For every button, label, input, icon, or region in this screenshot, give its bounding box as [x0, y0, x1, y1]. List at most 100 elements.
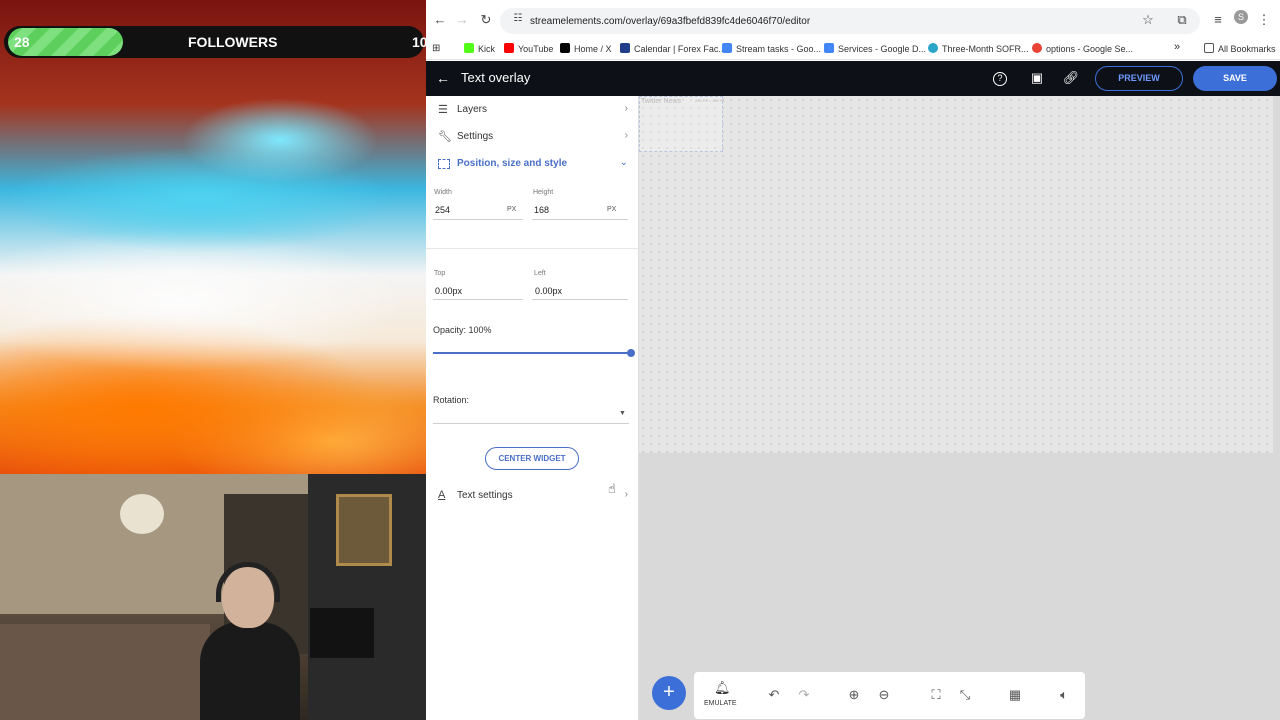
undo-icon[interactable]: ↶	[765, 687, 783, 703]
left-underline	[532, 299, 628, 300]
text-settings-section[interactable]: A Text settings ›	[426, 483, 638, 509]
grid-icon[interactable]: ▦	[1006, 687, 1024, 703]
zoom-in-icon[interactable]: ⊕	[845, 687, 863, 703]
extensions-icon[interactable]: ⧉	[1174, 12, 1190, 28]
opacity-slider-handle[interactable]	[627, 349, 635, 357]
back-arrow-icon[interactable]: ←	[436, 70, 450, 86]
position-size-style-section[interactable]: Position, size and style ⌄	[426, 151, 638, 177]
google-docs-icon	[722, 43, 732, 53]
left-field[interactable]: 0.00px	[535, 286, 562, 296]
stream-game-view: 28 FOLLOWERS 100	[0, 0, 426, 474]
editor-header: ← Text overlay ? ▣ 🔗︎ PREVIEW SAVE	[426, 61, 1280, 96]
headset-icon	[216, 562, 280, 602]
save-button[interactable]: SAVE	[1193, 66, 1277, 91]
settings-panel: ☰ Layers › 🔧︎ Settings › Position, size …	[426, 96, 639, 720]
globe-icon	[928, 43, 938, 53]
fullscreen-icon[interactable]: ⛶	[927, 687, 945, 703]
opacity-label: Opacity: 100%	[433, 325, 492, 335]
browser-window: ← → ↻ ☷ streamelements.com/overlay/69a3f…	[426, 0, 1280, 720]
page-title: Text overlay	[461, 70, 531, 85]
webcam-ship-painting	[336, 494, 392, 566]
media-icon[interactable]: ≡	[1210, 12, 1226, 27]
google-icon	[1032, 43, 1042, 53]
chevron-down-icon: ⌄	[619, 157, 628, 168]
widget-dimensions: 254 Px × 168 Px	[695, 98, 725, 103]
text-settings-label: Text settings	[457, 490, 513, 501]
x-icon	[560, 43, 570, 53]
height-field[interactable]: 168	[534, 205, 549, 215]
canvas-toolbar: 🔔︎ EMULATE ↶ ↷ ⊕ ⊖ ⛶ ⤡ ▦ 🔈︎	[694, 672, 1085, 719]
zoom-out-icon[interactable]: ⊖	[875, 687, 893, 703]
site-info-icon[interactable]: ☷	[510, 13, 526, 24]
rotation-select[interactable]	[433, 423, 629, 424]
bookmark-options-search[interactable]: options - Google Se...	[1032, 43, 1133, 54]
webcam-bed	[0, 624, 210, 720]
width-field[interactable]: 254	[435, 205, 450, 215]
volume-icon[interactable]: 🔈︎	[1055, 687, 1073, 703]
webcam-feed	[0, 474, 440, 720]
preview-button[interactable]: PREVIEW	[1095, 66, 1183, 91]
height-unit: PX	[607, 206, 617, 213]
kick-icon	[464, 43, 474, 53]
bookmark-stream-tasks[interactable]: Stream tasks - Goo...	[722, 43, 821, 54]
layers-label: Layers	[457, 104, 488, 115]
chevron-right-icon: ›	[624, 130, 628, 141]
canvas-grid	[639, 96, 1273, 453]
reload-icon[interactable]: ↻	[478, 12, 494, 28]
webcam-streamer	[200, 562, 300, 720]
height-label: Height	[533, 189, 554, 196]
google-docs-icon	[824, 43, 834, 53]
followers-current-count: 28	[14, 34, 30, 50]
settings-label: Settings	[457, 131, 494, 142]
address-bar: ← → ↻ ☷ streamelements.com/overlay/69a3f…	[426, 0, 1280, 38]
width-underline	[433, 219, 523, 220]
streamer-body	[200, 622, 300, 720]
followers-goal-label: FOLLOWERS	[188, 34, 278, 50]
menu-dots-icon[interactable]: ⋮	[1256, 12, 1272, 28]
bookmark-kick[interactable]: Kick	[464, 43, 495, 54]
screen-settings-icon[interactable]: ▣	[1028, 70, 1046, 86]
fit-screen-icon[interactable]: ⤡	[956, 687, 974, 703]
bookmark-sofr[interactable]: Three-Month SOFR...	[928, 43, 1029, 54]
chevron-right-icon: ›	[624, 103, 628, 114]
link-icon[interactable]: 🔗︎	[1062, 70, 1080, 86]
hand-cursor-icon: ☝︎	[608, 481, 616, 496]
layers-icon: ☰	[438, 104, 448, 116]
left-label: Left	[534, 270, 546, 277]
bookmark-youtube[interactable]: YouTube	[504, 43, 553, 54]
profile-avatar[interactable]: S	[1234, 10, 1248, 24]
followers-goal-target: 100	[412, 34, 426, 50]
all-bookmarks[interactable]: All Bookmarks	[1204, 43, 1276, 54]
back-arrow-icon[interactable]: ←	[432, 12, 448, 27]
caret-down-icon[interactable]: ▼	[619, 410, 626, 417]
top-field[interactable]: 0.00px	[435, 286, 462, 296]
width-unit: PX	[507, 206, 517, 213]
bookmarks-overflow-icon[interactable]: »	[1174, 41, 1180, 53]
star-icon[interactable]: ☆	[1140, 12, 1156, 28]
add-widget-button[interactable]: +	[652, 676, 686, 710]
layers-section[interactable]: ☰ Layers ›	[426, 97, 638, 123]
redo-icon[interactable]: ↷	[795, 687, 813, 703]
settings-section[interactable]: 🔧︎ Settings ›	[426, 124, 638, 150]
webcam-tv	[310, 608, 374, 658]
text-widget[interactable]: Twitter News 254 Px × 168 Px	[639, 96, 725, 152]
help-icon[interactable]: ?	[993, 72, 1007, 86]
bell-icon[interactable]: 🔔︎	[714, 680, 731, 696]
text-icon: A	[438, 489, 446, 501]
webcam-chandelier	[120, 494, 164, 534]
apps-grid-icon[interactable]: ⊞	[432, 43, 440, 54]
forward-arrow-icon[interactable]: →	[454, 12, 470, 27]
url-text: streamelements.com/overlay/69a3fbefd839f…	[530, 16, 811, 27]
bookmark-forex-calendar[interactable]: Calendar | Forex Fac...	[620, 43, 726, 54]
height-underline	[532, 219, 628, 220]
overlay-canvas[interactable]: Twitter News 254 Px × 168 Px	[639, 96, 1280, 720]
widget-text: Twitter News	[641, 98, 682, 105]
divider	[426, 248, 638, 249]
rotation-label: Rotation:	[433, 395, 470, 405]
center-widget-button[interactable]: CENTER WIDGET	[485, 447, 579, 470]
youtube-icon	[504, 43, 514, 53]
emulate-button[interactable]: EMULATE	[704, 700, 737, 707]
opacity-slider-track[interactable]	[433, 352, 631, 354]
bookmark-services[interactable]: Services - Google D...	[824, 43, 926, 54]
bookmark-x[interactable]: Home / X	[560, 43, 612, 54]
